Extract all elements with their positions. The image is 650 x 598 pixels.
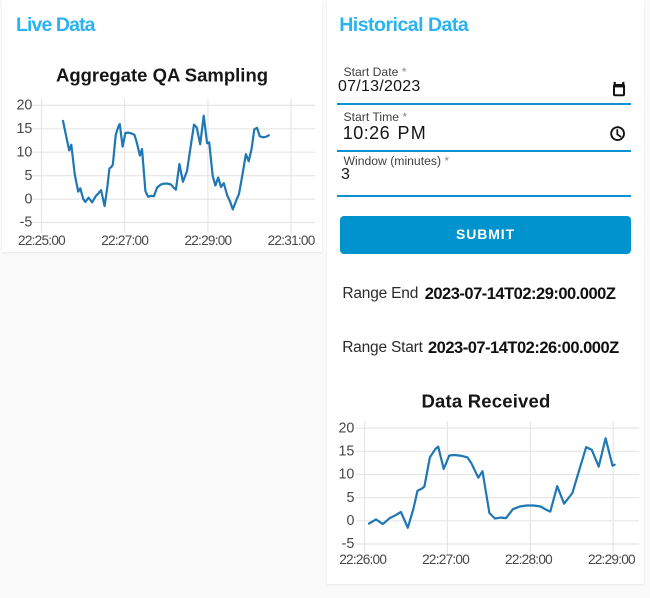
svg-text:22:28:00: 22:28:00 (505, 552, 553, 567)
svg-text:22:26:00: 22:26:00 (339, 552, 387, 567)
svg-text:22:27:00: 22:27:00 (422, 552, 470, 567)
svg-text:0: 0 (24, 191, 32, 207)
svg-text:15: 15 (16, 121, 32, 137)
svg-text:22:25:00: 22:25:00 (18, 233, 66, 248)
svg-text:-5: -5 (342, 536, 355, 552)
svg-text:15: 15 (338, 444, 354, 460)
svg-text:-5: -5 (20, 215, 33, 231)
svg-text:22:29:00: 22:29:00 (588, 552, 636, 567)
svg-text:10: 10 (338, 467, 354, 483)
svg-text:5: 5 (346, 490, 354, 506)
svg-text:Aggregate QA Sampling: Aggregate QA Sampling (56, 65, 268, 86)
svg-text:10: 10 (16, 144, 32, 160)
svg-text:20: 20 (16, 98, 32, 114)
svg-text:0: 0 (346, 513, 354, 529)
svg-text:22:27:00: 22:27:00 (101, 233, 149, 248)
svg-text:Data Received: Data Received (421, 391, 550, 412)
svg-text:22:31:00: 22:31:00 (268, 233, 316, 248)
svg-text:5: 5 (24, 168, 32, 184)
svg-text:20: 20 (338, 420, 354, 436)
svg-text:22:29:00: 22:29:00 (184, 233, 232, 248)
